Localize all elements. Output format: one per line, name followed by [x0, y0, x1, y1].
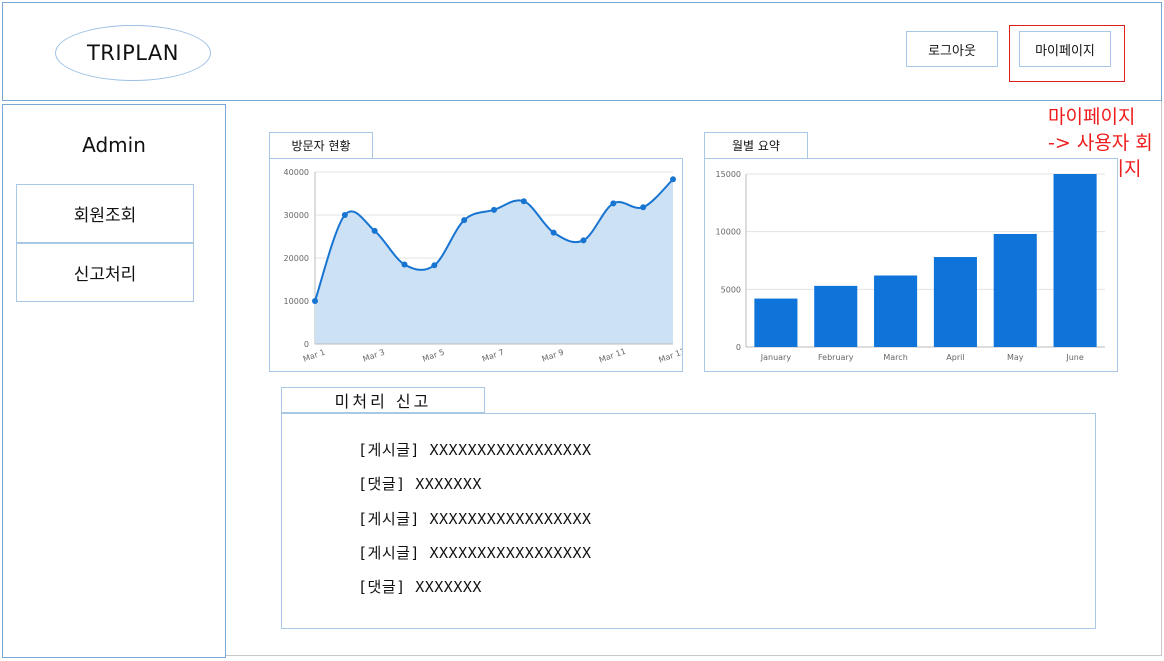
- data-point: [640, 204, 647, 211]
- report-item[interactable]: [게시글] XXXXXXXXXXXXXXXXX: [358, 542, 592, 563]
- data-point: [341, 212, 348, 218]
- x-tick-label: Mar 5: [421, 348, 445, 364]
- x-tick-label: April: [946, 353, 964, 362]
- data-point: [520, 198, 527, 205]
- y-tick-label: 10000: [284, 297, 309, 306]
- data-point: [461, 217, 468, 224]
- x-tick-label: June: [1065, 353, 1084, 362]
- y-tick-label: 0: [736, 343, 741, 352]
- data-point: [312, 298, 318, 304]
- monthly-chart: 0 5000 10000 15000 January February March April…: [716, 170, 1105, 362]
- sidebar-item-member-lookup[interactable]: 회원조회: [16, 184, 194, 243]
- header-bar: TRIPLAN 로그아웃 마이페이지: [2, 2, 1162, 101]
- sidebar-title: Admin: [82, 133, 146, 157]
- report-item[interactable]: [게시글] XXXXXXXXXXXXXXXXX: [358, 439, 592, 460]
- x-tick-label: May: [1007, 353, 1024, 362]
- x-tick-label: Mar 11: [598, 347, 627, 365]
- data-point: [670, 176, 676, 183]
- data-point: [550, 229, 557, 236]
- data-point: [580, 237, 587, 244]
- visitor-chart-card: 0 10000 20000 30000 40000 Mar 1 Mar 3 Mar 5 Mar …: [269, 158, 687, 372]
- x-tick-label: January: [760, 353, 792, 362]
- x-tick-label: Mar 9: [541, 348, 565, 364]
- y-tick-label: 5000: [721, 285, 741, 294]
- data-point: [371, 227, 378, 234]
- x-tick-label: Mar 13: [658, 347, 682, 365]
- data-point: [401, 261, 408, 268]
- bar: [814, 285, 858, 347]
- bar: [754, 298, 798, 347]
- y-tick-label: 15000: [716, 170, 741, 179]
- pending-reports-tab: 미처리 신고: [281, 387, 485, 413]
- visitor-chart: 0 10000 20000 30000 40000 Mar 1 Mar 3 Mar 5 Mar …: [284, 168, 687, 365]
- sidebar: Admin 회원조회 신고처리: [2, 104, 226, 658]
- y-tick-label: 40000: [284, 168, 309, 177]
- bar: [874, 275, 918, 347]
- series-area-fill: [315, 179, 673, 344]
- data-point: [491, 206, 497, 213]
- pending-reports-list: [게시글] XXXXXXXXXXXXXXXXX [댓글] XXXXXXX [게시…: [281, 413, 1096, 629]
- bar: [993, 233, 1037, 347]
- visitor-chart-tab: 방문자 현황: [269, 132, 373, 158]
- x-tick-label: March: [883, 353, 907, 362]
- x-tick-label: Mar 1: [302, 348, 326, 364]
- report-item[interactable]: [게시글] XXXXXXXXXXXXXXXXX: [358, 508, 592, 529]
- y-tick-label: 30000: [284, 211, 309, 220]
- bar: [1053, 174, 1097, 347]
- monthly-chart-tab: 월별 요약: [704, 132, 808, 158]
- y-tick-label: 10000: [716, 228, 741, 237]
- y-tick-label: 20000: [284, 254, 309, 263]
- monthly-chart-card: 0 5000 10000 15000 January February March April…: [704, 158, 1118, 372]
- y-tick-label: 0: [304, 340, 309, 349]
- report-item[interactable]: [댓글] XXXXXXX: [358, 473, 482, 494]
- logout-button[interactable]: 로그아웃: [906, 31, 998, 67]
- mypage-button[interactable]: 마이페이지: [1019, 31, 1111, 67]
- data-point: [610, 200, 617, 207]
- sidebar-item-report-handling[interactable]: 신고처리: [16, 243, 194, 302]
- x-tick-label: February: [818, 353, 854, 362]
- bar: [933, 257, 977, 347]
- x-tick-label: Mar 7: [481, 348, 505, 364]
- data-point: [431, 262, 438, 269]
- report-item[interactable]: [댓글] XXXXXXX: [358, 576, 482, 597]
- logo[interactable]: TRIPLAN: [55, 25, 211, 81]
- x-tick-label: Mar 3: [362, 348, 386, 364]
